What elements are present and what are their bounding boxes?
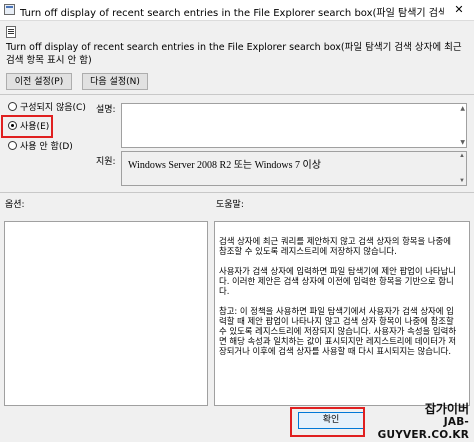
scroll-down-icon[interactable]: ▼ <box>459 178 465 184</box>
radio-circle[interactable] <box>8 141 17 150</box>
watermark-title: 잡가이버 <box>424 402 469 416</box>
scroll-down-icon[interactable]: ▼ <box>460 139 465 146</box>
radio-disabled[interactable]: 사용 안 함(D) <box>8 140 73 154</box>
scroll-up-icon[interactable]: ▲ <box>459 153 465 159</box>
radio-circle[interactable] <box>8 102 17 111</box>
radio-not-configured[interactable]: 구성되지 않음(C) <box>8 101 86 115</box>
options-label: 옵션: <box>5 200 25 210</box>
next-setting-button[interactable]: 다음 설정(N) <box>82 73 148 90</box>
previous-setting-button[interactable]: 이전 설정(P) <box>6 73 72 90</box>
middle-divider <box>0 192 474 193</box>
ok-highlight-box <box>290 407 365 437</box>
header-divider <box>0 94 474 95</box>
help-paragraph: 사용자가 검색 상자에 입력하면 파일 탐색기에 제안 팝업이 나타납니다. 이… <box>219 266 457 296</box>
title-bar: Turn off display of recent search entrie… <box>0 0 474 21</box>
enabled-highlight-box <box>1 115 53 138</box>
policy-heading: Turn off display of recent search entrie… <box>6 42 462 66</box>
supported-on-field: Windows Server 2008 R2 또는 Windows 7 이상 ▲… <box>121 151 467 186</box>
scroll-up-icon[interactable]: ▲ <box>460 105 465 112</box>
policy-app-icon <box>4 4 15 15</box>
window-title: Turn off display of recent search entrie… <box>20 8 474 19</box>
help-paragraph: 참고: 이 정책을 사용하면 파일 탐색기에서 사용자가 검색 상자에 입력할 … <box>219 306 457 356</box>
supported-value: Windows Server 2008 R2 또는 Windows 7 이상 <box>128 160 321 171</box>
comment-label: 설명: <box>96 105 116 115</box>
help-label: 도움말: <box>216 200 244 210</box>
help-paragraph: 검색 상자에 최근 쿼리를 제안하지 않고 검색 상자의 항목을 나중에 참조할… <box>219 236 451 256</box>
comment-textarea[interactable]: ▲ ▼ <box>121 103 467 148</box>
policy-setting-icon <box>6 26 16 38</box>
close-icon[interactable]: ✕ <box>444 0 474 20</box>
help-pane: 검색 상자에 최근 쿼리를 제안하지 않고 검색 상자의 항목을 나중에 참조할… <box>214 221 470 406</box>
radio-label: 사용 안 함(D) <box>20 142 73 152</box>
supported-label: 지원: <box>96 157 116 167</box>
watermark-url: JAB-GUYVER.CO.KR <box>377 416 469 441</box>
options-pane <box>4 221 208 406</box>
watermark: 잡가이버 JAB-GUYVER.CO.KR <box>359 403 469 442</box>
radio-label: 구성되지 않음(C) <box>20 103 86 113</box>
